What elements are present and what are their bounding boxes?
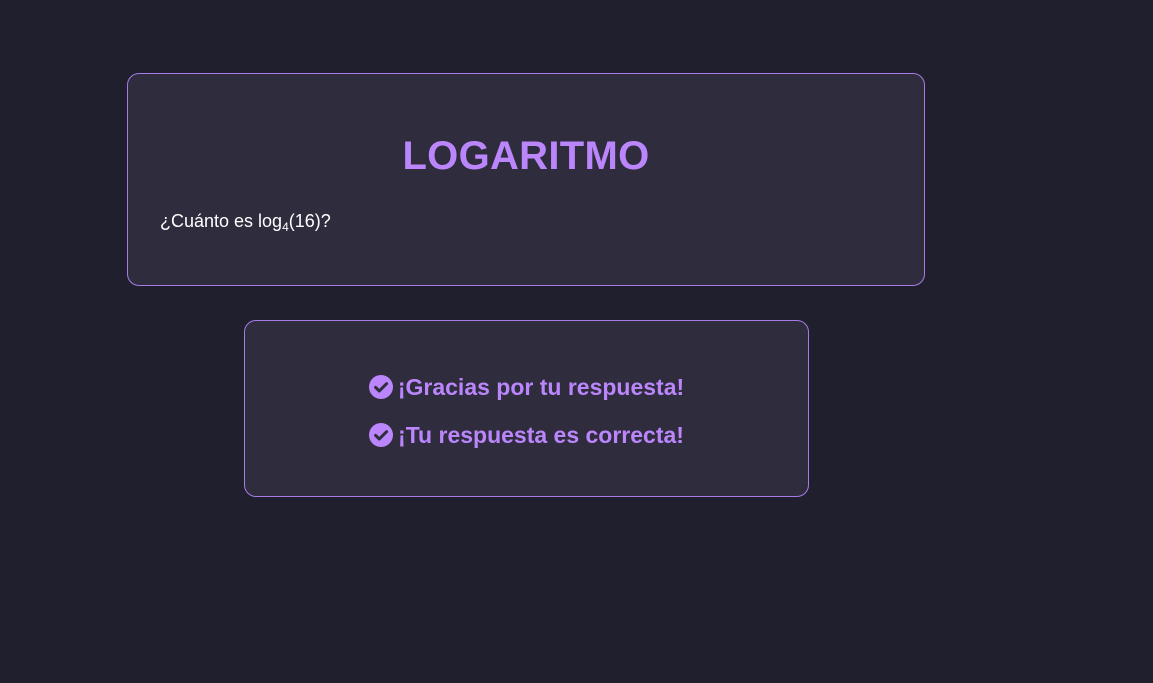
question-text-prefix: ¿Cuánto es log bbox=[160, 211, 283, 231]
feedback-message-correct: ¡Tu respuesta es correcta! bbox=[245, 421, 808, 449]
question-text-suffix: (16)? bbox=[288, 211, 331, 231]
feedback-message-text: ¡Gracias por tu respuesta! bbox=[397, 374, 685, 400]
page: LOGARITMO ¿Cuánto es log4(16)? ¡Gracias … bbox=[0, 0, 1153, 683]
question-text: ¿Cuánto es log4(16)? bbox=[160, 210, 331, 234]
feedback-message-text: ¡Tu respuesta es correcta! bbox=[398, 422, 684, 448]
feedback-card: ¡Gracias por tu respuesta! ¡Tu respuesta… bbox=[244, 320, 809, 497]
log-base-subscript: 4 bbox=[282, 220, 289, 234]
check-circle-icon bbox=[369, 423, 394, 447]
feedback-message-thanks: ¡Gracias por tu respuesta! bbox=[245, 373, 808, 401]
question-title: LOGARITMO bbox=[402, 134, 650, 178]
question-card: LOGARITMO ¿Cuánto es log4(16)? bbox=[127, 73, 925, 286]
check-circle-icon bbox=[368, 375, 393, 399]
